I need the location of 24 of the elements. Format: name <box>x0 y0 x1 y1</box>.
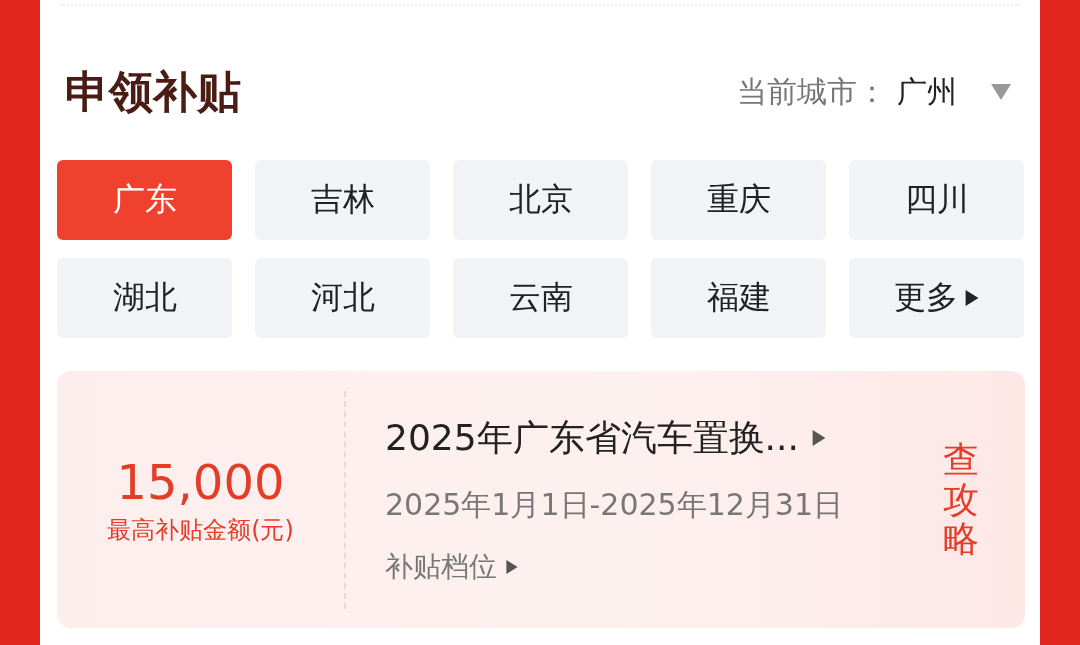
section-title: 申领补贴 <box>65 64 241 119</box>
more-button[interactable]: 更多 <box>849 258 1024 338</box>
region-tab[interactable]: 河北 <box>255 258 430 338</box>
city-selector[interactable]: 广州 <box>897 71 957 113</box>
region-tab[interactable]: 福建 <box>651 258 826 338</box>
region-tab[interactable]: 吉林 <box>255 160 430 240</box>
caret-icon <box>991 82 1011 102</box>
tiers-link[interactable]: 补贴档位 <box>385 547 497 586</box>
amount-label: 最高补贴金额(元) <box>107 514 294 546</box>
region-tab[interactable]: 云南 <box>453 258 628 338</box>
region-tab[interactable]: 广东 <box>57 160 232 240</box>
policy-period: 2025年1月1日-2025年12月31日 <box>385 485 845 524</box>
region-tab[interactable]: 四川 <box>849 160 1024 240</box>
guide-link[interactable]: 查攻略 <box>943 440 979 559</box>
arrow-icon <box>505 559 519 574</box>
city-label: 当前城市： <box>737 72 887 111</box>
max-amount: 15,000 <box>116 453 285 510</box>
arrow-icon <box>810 430 827 446</box>
caret-icon <box>963 290 980 306</box>
region-tab[interactable]: 湖北 <box>57 258 232 338</box>
region-tab[interactable]: 重庆 <box>651 160 826 240</box>
region-tab[interactable]: 北京 <box>453 160 628 240</box>
policy-card[interactable]: 15,000 最高补贴金额(元) 2025年广东省汽车置换... 2025年1月1日-2025年12月31日 补贴档位 查攻略 <box>57 371 1025 628</box>
policy-title[interactable]: 2025年广东省汽车置换... <box>385 413 799 463</box>
